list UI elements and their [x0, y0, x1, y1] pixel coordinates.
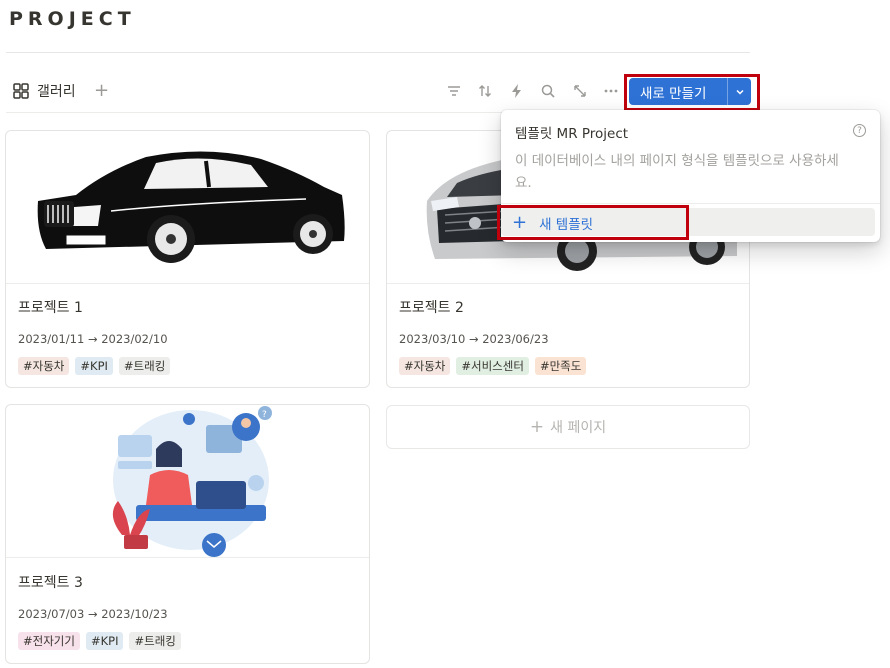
add-view-button[interactable]: + — [94, 80, 109, 102]
expand-icon[interactable] — [571, 82, 589, 100]
template-menu-description: 이 데이터베이스 내의 페이지 형식을 템플릿으로 사용하세요. — [515, 153, 839, 191]
new-page-label: 새 페이지 — [550, 420, 607, 436]
tag: #KPI — [75, 357, 113, 375]
card-dates: 2023/01/11 → 2023/02/10 — [18, 332, 168, 346]
page-title: PROJECT — [9, 8, 136, 30]
gallery-grid-icon — [13, 83, 29, 99]
tag: #서비스센터 — [456, 357, 529, 375]
tag: #자동차 — [399, 357, 451, 375]
svg-text:?: ? — [262, 410, 267, 420]
card-tags: #자동차 #KPI #트래킹 — [18, 357, 171, 375]
title-divider — [6, 52, 750, 53]
card-tags: #자동차 #서비스센터 #만족도 — [399, 357, 587, 375]
help-icon[interactable]: ? — [853, 124, 866, 137]
new-page-button[interactable]: + 새 페이지 — [386, 405, 750, 449]
new-button[interactable]: 새로 만들기 — [629, 78, 751, 105]
tag: #트래킹 — [118, 357, 171, 375]
tag: #전자기기 — [18, 632, 80, 650]
chevron-down-icon[interactable] — [728, 87, 751, 97]
new-button-label: 새로 만들기 — [640, 85, 707, 102]
template-menu-title: 템플릿 MR Project — [515, 126, 629, 142]
new-template-highlight — [497, 205, 689, 240]
template-menu-divider — [501, 203, 880, 204]
card-cover-image — [6, 131, 369, 284]
tag: #KPI — [85, 632, 124, 650]
card-title: 프로젝트 2 — [399, 300, 464, 316]
tag: #트래킹 — [129, 632, 181, 650]
card-title: 프로젝트 3 — [18, 575, 83, 591]
tag: #자동차 — [18, 357, 70, 375]
tab-gallery[interactable]: 갤러리 — [13, 80, 76, 102]
gallery-card[interactable]: ? 프로젝트 3 2023/07/03 → 2023/10/23 #전자기기 #… — [5, 404, 370, 664]
card-tags: #전자기기 #KPI #트래킹 — [18, 632, 181, 650]
card-dates: 2023/03/10 → 2023/06/23 — [399, 332, 549, 346]
card-dates: 2023/07/03 → 2023/10/23 — [18, 607, 168, 621]
card-cover-image: ? — [6, 405, 369, 558]
more-icon[interactable] — [602, 82, 620, 100]
card-title: 프로젝트 1 — [18, 300, 83, 316]
tag: #만족도 — [534, 357, 587, 375]
sort-icon[interactable] — [476, 82, 494, 100]
automation-lightning-icon[interactable] — [508, 82, 526, 100]
gallery-card[interactable]: 프로젝트 1 2023/01/11 → 2023/02/10 #자동차 #KPI… — [5, 130, 370, 388]
tab-gallery-label: 갤러리 — [37, 84, 76, 100]
search-icon[interactable] — [539, 82, 557, 100]
filter-icon[interactable] — [445, 82, 463, 100]
plus-icon: + — [529, 417, 545, 437]
